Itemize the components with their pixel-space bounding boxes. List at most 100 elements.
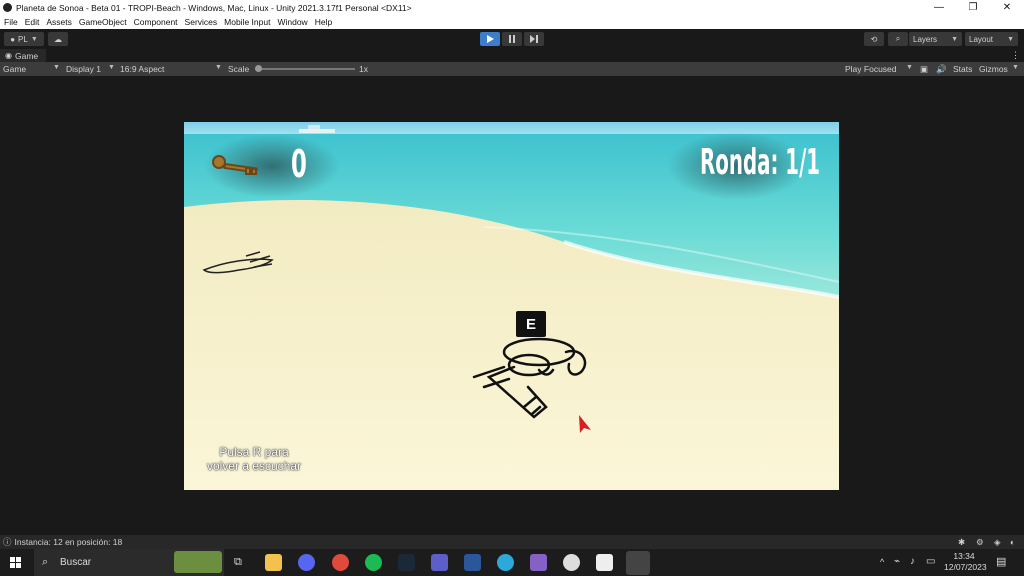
maximize-button[interactable]: ❐	[956, 0, 990, 15]
clock-time: 13:34	[953, 551, 975, 561]
menu-bar: File Edit Assets GameObject Component Se…	[0, 15, 1024, 29]
taskbar-search-box[interactable]: ⌕ Buscar	[34, 549, 224, 576]
tab-game[interactable]: ◉ Game	[0, 49, 46, 62]
build-icon[interactable]: ⚙	[976, 537, 984, 548]
display-dropdown[interactable]: Display 1	[66, 64, 101, 74]
step-button[interactable]	[524, 32, 544, 46]
game-view-toolbar: Game ▼ Display 1 ▼ 16:9 Aspect ▼ Scale 1…	[0, 62, 1024, 76]
chevron-down-icon: ▼	[108, 64, 115, 71]
history-button[interactable]: ⟲	[864, 32, 884, 46]
game-view: 0 Ronda: 1/1 E Pulsa R para volver a esc…	[0, 76, 1024, 535]
volume-icon[interactable]: ♪	[910, 556, 915, 567]
notifications-icon[interactable]: ▤	[996, 555, 1006, 568]
key-counter: 0	[291, 142, 307, 186]
tab-game-label: Game	[14, 50, 39, 61]
account-dropdown[interactable]: ● PL ▼	[4, 32, 44, 46]
interact-key-prompt: E	[516, 311, 546, 337]
steam-icon[interactable]	[398, 554, 415, 571]
layers-label: Layers	[913, 34, 938, 44]
network-icon[interactable]: ⌁	[894, 556, 900, 567]
file-explorer-icon[interactable]	[265, 554, 282, 571]
layers-dropdown[interactable]: Layers ▼	[909, 32, 962, 46]
word-icon[interactable]	[464, 554, 481, 571]
gizmos-button[interactable]: Gizmos	[979, 64, 1008, 74]
chevron-down-icon: ▼	[951, 35, 958, 43]
status-message[interactable]: Instancia: 12 en posición: 18	[15, 537, 123, 547]
windows-taskbar: ⌕ Buscar ⧉ ^ ⌁ ♪ ▭ 13:34 12/07/2023 ▤	[0, 549, 1024, 576]
search-button[interactable]: ⌕	[888, 32, 908, 46]
clock-date: 12/07/2023	[944, 562, 987, 572]
main-toolbar: ● PL ▼ ☁ ⟲ ⌕ Layers ▼ Layout ▼	[0, 29, 1024, 49]
menu-window[interactable]: Window	[277, 17, 307, 27]
stats-button[interactable]: Stats	[953, 64, 972, 74]
spotify-icon[interactable]	[365, 554, 382, 571]
step-icon	[530, 35, 538, 43]
game-screen[interactable]: 0 Ronda: 1/1 E Pulsa R para volver a esc…	[184, 122, 839, 490]
menu-edit[interactable]: Edit	[25, 17, 40, 27]
search-placeholder: Buscar	[60, 557, 92, 568]
frame-debugger-icon[interactable]: ▣	[920, 64, 928, 75]
search-highlight-icon	[174, 551, 222, 573]
scale-slider-track[interactable]	[255, 68, 355, 70]
search-icon: ⌕	[42, 556, 49, 568]
chrome-icon[interactable]	[332, 554, 349, 571]
hint-line-2: volver a escuchar	[206, 459, 302, 473]
account-icon: ●	[10, 34, 16, 44]
battery-icon[interactable]: ▭	[926, 556, 935, 567]
paint-icon[interactable]	[563, 554, 580, 571]
replay-hint: Pulsa R para volver a escuchar	[194, 445, 314, 473]
layout-label: Layout	[969, 34, 994, 44]
unity-hub-icon[interactable]	[596, 554, 613, 571]
window-title: Planeta de Sonoa - Beta 01 - TROPI-Beach…	[16, 2, 412, 13]
cache-icon[interactable]: ◐	[1010, 537, 1015, 547]
unity-editor-icon[interactable]	[626, 551, 650, 575]
scale-slider-handle[interactable]	[255, 65, 262, 72]
chevron-up-icon[interactable]: ^	[880, 557, 884, 567]
history-icon: ⟲	[870, 34, 878, 44]
menu-file[interactable]: File	[4, 17, 18, 27]
visual-studio-icon[interactable]	[530, 554, 547, 571]
audio-mute-icon[interactable]: 🔊	[936, 64, 947, 75]
chevron-down-icon: ▼	[53, 64, 60, 71]
menu-help[interactable]: Help	[315, 17, 332, 27]
aspect-dropdown[interactable]: 16:9 Aspect	[120, 64, 164, 74]
cloud-icon: ☁	[54, 34, 62, 44]
scale-label: Scale	[228, 64, 250, 74]
menu-component[interactable]: Component	[134, 17, 178, 27]
menu-mobile-input[interactable]: Mobile Input	[224, 17, 270, 27]
status-bar: ⓘ Instancia: 12 en posición: 18 ✱ ⚙ ◈ ◐	[0, 535, 1024, 549]
mode-dropdown[interactable]: Game	[3, 64, 26, 74]
cloud-button[interactable]: ☁	[48, 32, 68, 46]
teams-icon[interactable]	[431, 554, 448, 571]
scale-value: 1x	[359, 64, 368, 74]
pause-button[interactable]	[502, 32, 522, 46]
chevron-down-icon: ▼	[215, 64, 222, 71]
menu-services[interactable]: Services	[185, 17, 218, 27]
chevron-down-icon: ▼	[30, 35, 38, 43]
play-icon	[487, 35, 494, 43]
window-titlebar: Planeta de Sonoa - Beta 01 - TROPI-Beach…	[0, 0, 1024, 15]
menu-gameobject[interactable]: GameObject	[79, 17, 127, 27]
menu-assets[interactable]: Assets	[46, 17, 72, 27]
chevron-down-icon: ▼	[1007, 35, 1014, 43]
more-options-icon[interactable]: ⋮	[1011, 50, 1020, 61]
task-view-icon[interactable]: ⧉	[234, 556, 242, 569]
collab-icon[interactable]: ◈	[994, 537, 1001, 548]
tab-bar: ◉ Game ⋮	[0, 49, 1024, 62]
debug-icon[interactable]: ✱	[958, 537, 965, 548]
round-counter: Ronda: 1/1	[700, 142, 821, 183]
play-focused-dropdown[interactable]: Play Focused	[845, 64, 897, 74]
layout-dropdown[interactable]: Layout ▼	[965, 32, 1018, 46]
info-icon: ⓘ	[3, 537, 12, 547]
edge-icon[interactable]	[497, 554, 514, 571]
gamepad-icon: ◉	[5, 51, 12, 60]
hint-line-1: Pulsa R para	[219, 445, 289, 459]
minimize-button[interactable]: —	[922, 0, 956, 15]
close-button[interactable]: ✕	[990, 0, 1024, 15]
clock[interactable]: 13:34 12/07/2023	[944, 551, 987, 573]
play-button[interactable]	[480, 32, 500, 46]
windows-start-icon[interactable]	[10, 557, 22, 569]
chevron-down-icon: ▼	[906, 64, 913, 71]
discord-icon[interactable]	[298, 554, 315, 571]
unity-logo-icon	[3, 3, 12, 12]
